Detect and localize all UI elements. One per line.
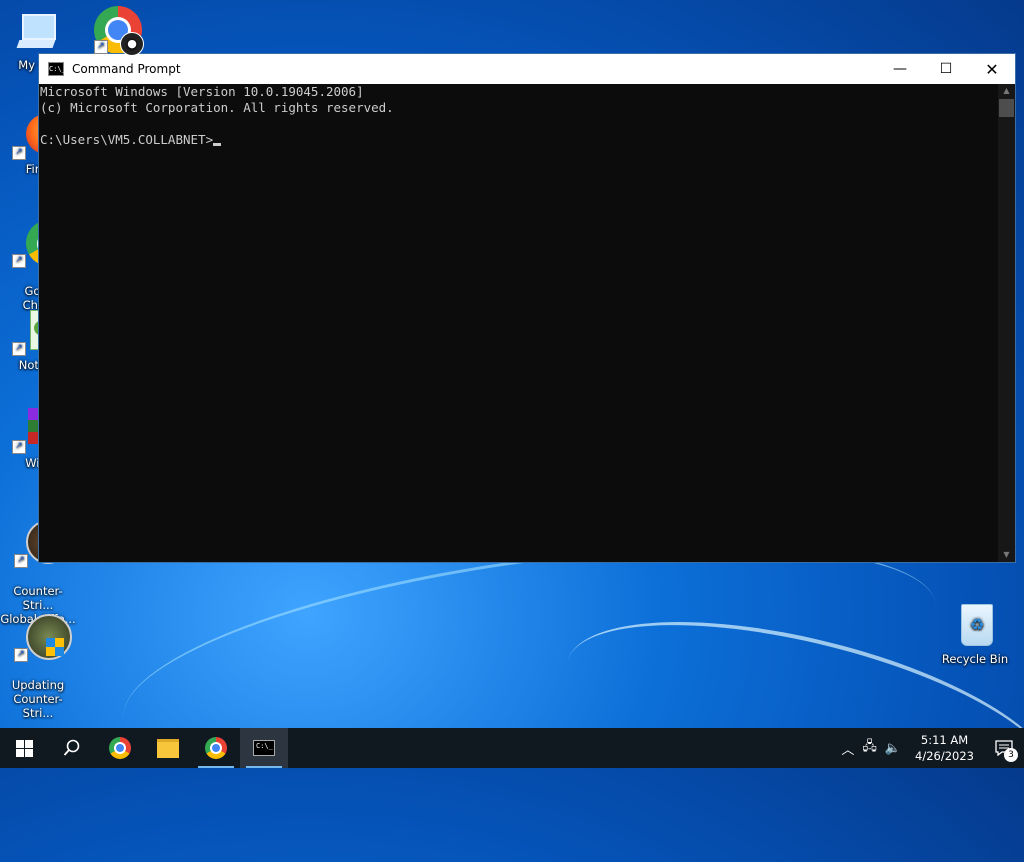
csgo-update-icon: ↗ <box>14 614 72 662</box>
network-icon[interactable]: 🖧 <box>858 737 881 759</box>
shortcut-arrow-icon: ↗ <box>94 40 108 54</box>
desktop-icon-recycle-bin[interactable]: ♻ Recycle Bin <box>937 602 1013 666</box>
desktop-icon-csgo-update[interactable]: ↗ Updating Counter-Stri... <box>0 600 76 734</box>
recycle-bin-icon: ♻ <box>951 602 999 650</box>
clock-time: 5:11 AM <box>920 733 969 747</box>
shortcut-arrow-icon: ↗ <box>12 342 26 356</box>
person-icon: ● <box>120 32 144 56</box>
uac-shield-icon <box>46 638 64 656</box>
shortcut-arrow-icon: ↗ <box>12 146 26 160</box>
shortcut-arrow-icon: ↗ <box>12 254 26 268</box>
desktop-icon-label: Recycle Bin <box>941 652 1009 666</box>
clock-date: 4/26/2023 <box>915 749 974 763</box>
console-output[interactable]: Microsoft Windows [Version 10.0.19045.20… <box>39 84 998 562</box>
folder-icon <box>157 738 179 758</box>
chrome-icon <box>205 737 227 759</box>
vertical-scrollbar[interactable]: ▲ ▼ <box>998 84 1015 562</box>
taskbar-command-prompt[interactable]: C:\_ <box>240 728 288 768</box>
desktop-icon-chrome-profile[interactable]: ● ↗ <box>80 6 156 56</box>
console-prompt: C:\Users\VM5.COLLABNET> <box>40 132 214 147</box>
prompt-line: C:\Users\VM5.COLLABNET> <box>40 132 997 148</box>
start-button[interactable] <box>0 728 48 768</box>
computer-icon <box>12 8 60 56</box>
shortcut-arrow-icon: ↗ <box>14 648 28 662</box>
desktop-icon-label: Updating Counter-Stri... <box>11 678 65 720</box>
search-icon <box>63 739 80 756</box>
volume-icon[interactable]: 🔈 <box>881 741 905 756</box>
scrollbar-thumb[interactable] <box>999 99 1014 117</box>
console-line: (c) Microsoft Corporation. All rights re… <box>40 100 394 115</box>
command-prompt-window[interactable]: C:\_ Command Prompt — ☐ ✕ Microsoft Wind… <box>38 53 1016 563</box>
notification-count-badge: 3 <box>1004 748 1018 762</box>
search-button[interactable] <box>48 728 96 768</box>
system-tray: ︿ 🖧 🔈 5:11 AM 4/26/2023 3 <box>837 728 1024 768</box>
scroll-up-arrow-icon[interactable]: ▲ <box>998 84 1015 98</box>
action-center-button[interactable]: 3 <box>984 728 1024 768</box>
cmd-icon: C:\_ <box>48 62 66 76</box>
taskbar-chrome-profile[interactable] <box>192 728 240 768</box>
shortcut-arrow-icon: ↗ <box>12 440 26 454</box>
clock[interactable]: 5:11 AM 4/26/2023 <box>905 732 984 764</box>
close-button[interactable]: ✕ <box>969 54 1015 84</box>
text-cursor <box>213 143 222 146</box>
chrome-icon: ● ↗ <box>94 6 144 56</box>
scroll-down-arrow-icon[interactable]: ▼ <box>998 548 1015 562</box>
taskbar-file-explorer[interactable] <box>144 728 192 768</box>
chrome-icon <box>109 737 131 759</box>
windows-logo-icon <box>15 739 33 757</box>
minimize-button[interactable]: — <box>877 54 923 84</box>
window-titlebar[interactable]: C:\_ Command Prompt — ☐ ✕ <box>39 54 1015 84</box>
cmd-icon: C:\_ <box>253 740 275 756</box>
console-line: Microsoft Windows [Version 10.0.19045.20… <box>40 84 364 99</box>
taskbar: C:\_ ︿ 🖧 🔈 5:11 AM 4/26/2023 3 <box>0 728 1024 768</box>
taskbar-chrome[interactable] <box>96 728 144 768</box>
window-title: Command Prompt <box>72 62 181 76</box>
shortcut-arrow-icon: ↗ <box>14 554 28 568</box>
chevron-up-icon[interactable]: ︿ <box>837 739 858 758</box>
maximize-button[interactable]: ☐ <box>923 54 969 84</box>
